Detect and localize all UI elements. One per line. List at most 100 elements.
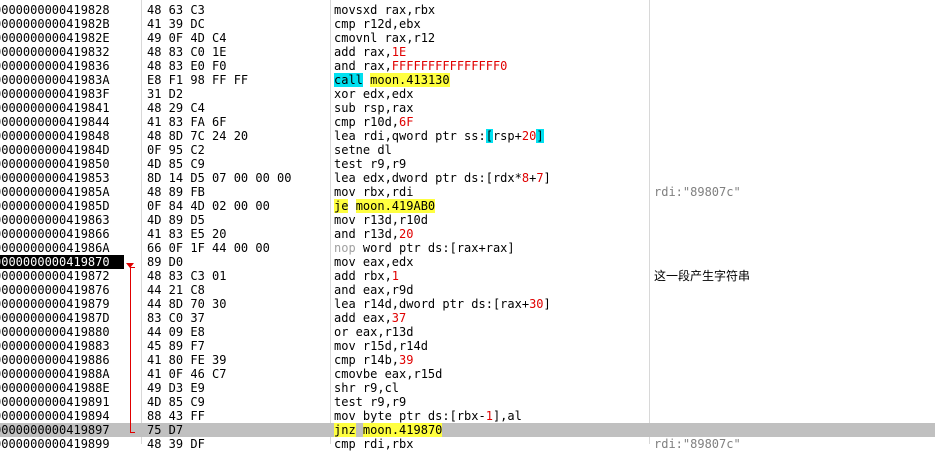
comment-cell[interactable]: rdi:"89807c" <box>654 185 935 199</box>
address-cell[interactable]: 0000000000419872 <box>0 269 124 283</box>
bytes-cell[interactable]: 44 8D 70 30 <box>147 297 317 311</box>
disasm-row[interactable]: 0000000000419844 41 83 FA 6F cmp r10d,6F <box>0 115 935 129</box>
comment-cell[interactable]: rdi:"89807c" <box>654 437 935 451</box>
instruction-cell[interactable]: shr r9,cl <box>334 381 646 395</box>
disasm-row[interactable]: 0000000000419897 75 D7 jnz moon.419870 <box>0 423 935 437</box>
address-cell[interactable]: 000000000041986A <box>0 241 124 255</box>
disasm-row[interactable]: 0000000000419870 89 D0 mov eax,edx <box>0 255 935 269</box>
instruction-cell[interactable]: xor edx,edx <box>334 87 646 101</box>
instruction-cell[interactable]: mov r13d,r10d <box>334 213 646 227</box>
disasm-row[interactable]: 0000000000419891 4D 85 C9 test r9,r9 <box>0 395 935 409</box>
comment-cell[interactable] <box>654 115 935 129</box>
disasm-row[interactable]: 0000000000419848 48 8D 7C 24 20 lea rdi,qw… <box>0 129 935 143</box>
comment-cell[interactable]: 这一段产生字符串 <box>654 269 935 283</box>
instruction-cell[interactable]: jnz moon.419870 <box>334 423 646 437</box>
address-cell[interactable]: 0000000000419883 <box>0 339 124 353</box>
instruction-cell[interactable]: test r9,r9 <box>334 395 646 409</box>
bytes-cell[interactable]: 44 09 E8 <box>147 325 317 339</box>
bytes-cell[interactable]: 48 83 E0 F0 <box>147 59 317 73</box>
comment-cell[interactable] <box>654 283 935 297</box>
address-cell[interactable]: 0000000000419886 <box>0 353 124 367</box>
address-cell[interactable]: 000000000041988E <box>0 381 124 395</box>
disasm-row[interactable]: 000000000041988A 41 0F 46 C7 cmovbe eax,r1… <box>0 367 935 381</box>
disasm-row[interactable]: 0000000000419872 48 83 C3 01 add rbx,1 这一段产… <box>0 269 935 283</box>
bytes-cell[interactable]: 8D 14 D5 07 00 00 00 <box>147 171 317 185</box>
disasm-row[interactable]: 000000000041988E 49 D3 E9 shr r9,cl <box>0 381 935 395</box>
disasm-row[interactable]: 000000000041985A 48 89 FB mov rbx,rdi rdi:"… <box>0 185 935 199</box>
instruction-cell[interactable]: cmovnl rax,r12 <box>334 31 646 45</box>
bytes-cell[interactable]: 89 D0 <box>147 255 317 269</box>
comment-cell[interactable] <box>654 17 935 31</box>
address-cell[interactable]: 000000000041987D <box>0 311 124 325</box>
address-cell[interactable]: 0000000000419866 <box>0 227 124 241</box>
bytes-cell[interactable]: 45 89 F7 <box>147 339 317 353</box>
bytes-cell[interactable]: 48 89 FB <box>147 185 317 199</box>
address-cell[interactable]: 000000000041983A <box>0 73 124 87</box>
comment-cell[interactable] <box>654 227 935 241</box>
disasm-row[interactable]: 0000000000419899 48 39 DF cmp rdi,rbx rdi:"… <box>0 437 935 451</box>
comment-cell[interactable] <box>654 395 935 409</box>
address-cell[interactable]: 000000000041985D <box>0 199 124 213</box>
bytes-cell[interactable]: 41 83 E5 20 <box>147 227 317 241</box>
disasm-row[interactable]: 000000000041985D 0F 84 4D 02 00 00 je moon… <box>0 199 935 213</box>
bytes-cell[interactable]: 0F 84 4D 02 00 00 <box>147 199 317 213</box>
address-cell[interactable]: 0000000000419899 <box>0 437 124 451</box>
instruction-cell[interactable]: cmp r12d,ebx <box>334 17 646 31</box>
bytes-cell[interactable]: 48 29 C4 <box>147 101 317 115</box>
address-cell[interactable]: 0000000000419879 <box>0 297 124 311</box>
address-cell[interactable]: 0000000000419832 <box>0 45 124 59</box>
address-cell[interactable]: 0000000000419848 <box>0 129 124 143</box>
comment-cell[interactable] <box>654 143 935 157</box>
disassembly-view[interactable]: 0000000000419828 48 63 C3 movsxd rax,rbx 00… <box>0 0 935 451</box>
disasm-row[interactable]: 0000000000419866 41 83 E5 20 and r13d,20 <box>0 227 935 241</box>
disasm-row[interactable]: 000000000041983A E8 F1 98 FF FF call moon.… <box>0 73 935 87</box>
comment-cell[interactable] <box>654 367 935 381</box>
bytes-cell[interactable]: E8 F1 98 FF FF <box>147 73 317 87</box>
comment-cell[interactable] <box>654 311 935 325</box>
address-cell[interactable]: 0000000000419853 <box>0 171 124 185</box>
disasm-row[interactable]: 0000000000419894 88 43 FF mov byte ptr ds:… <box>0 409 935 423</box>
comment-cell[interactable] <box>654 199 935 213</box>
address-cell[interactable]: 000000000041988A <box>0 367 124 381</box>
disasm-row[interactable]: 0000000000419883 45 89 F7 mov r15d,r14d <box>0 339 935 353</box>
instruction-cell[interactable]: cmp rdi,rbx <box>334 437 646 451</box>
instruction-cell[interactable]: add eax,37 <box>334 311 646 325</box>
instruction-cell[interactable]: lea rdi,qword ptr ss:[rsp+20] <box>334 129 646 143</box>
bytes-cell[interactable]: 4D 89 D5 <box>147 213 317 227</box>
bytes-cell[interactable]: 49 D3 E9 <box>147 381 317 395</box>
comment-cell[interactable] <box>654 45 935 59</box>
address-cell[interactable]: 0000000000419863 <box>0 213 124 227</box>
instruction-cell[interactable]: sub rsp,rax <box>334 101 646 115</box>
address-cell[interactable]: 000000000041982E <box>0 31 124 45</box>
comment-cell[interactable] <box>654 87 935 101</box>
bytes-cell[interactable]: 4D 85 C9 <box>147 157 317 171</box>
bytes-cell[interactable]: 48 8D 7C 24 20 <box>147 129 317 143</box>
instruction-cell[interactable]: or eax,r13d <box>334 325 646 339</box>
address-cell[interactable]: 0000000000419828 <box>0 3 124 17</box>
instruction-cell[interactable]: add rax,1E <box>334 45 646 59</box>
instruction-cell[interactable]: lea r14d,dword ptr ds:[rax+30] <box>334 297 646 311</box>
disasm-row[interactable]: 0000000000419886 41 80 FE 39 cmp r14b,39 <box>0 353 935 367</box>
instruction-cell[interactable]: mov byte ptr ds:[rbx-1],al <box>334 409 646 423</box>
bytes-cell[interactable]: 83 C0 37 <box>147 311 317 325</box>
address-cell[interactable]: 0000000000419876 <box>0 283 124 297</box>
instruction-cell[interactable]: mov rbx,rdi <box>334 185 646 199</box>
bytes-cell[interactable]: 0F 95 C2 <box>147 143 317 157</box>
instruction-cell[interactable]: nop word ptr ds:[rax+rax] <box>334 241 646 255</box>
address-cell[interactable]: 0000000000419850 <box>0 157 124 171</box>
disasm-row[interactable]: 000000000041982E 49 0F 4D C4 cmovnl rax,r1… <box>0 31 935 45</box>
instruction-cell[interactable]: setne dl <box>334 143 646 157</box>
instruction-cell[interactable]: add rbx,1 <box>334 269 646 283</box>
address-cell[interactable]: 0000000000419836 <box>0 59 124 73</box>
disasm-row[interactable]: 000000000041983F 31 D2 xor edx,edx <box>0 87 935 101</box>
address-cell[interactable]: 0000000000419891 <box>0 395 124 409</box>
instruction-cell[interactable]: and rax,FFFFFFFFFFFFFFF0 <box>334 59 646 73</box>
comment-cell[interactable] <box>654 297 935 311</box>
address-cell[interactable]: 000000000041982B <box>0 17 124 31</box>
comment-cell[interactable] <box>654 423 935 437</box>
instruction-cell[interactable]: mov r15d,r14d <box>334 339 646 353</box>
instruction-cell[interactable]: call moon.413130 <box>334 73 646 87</box>
bytes-cell[interactable]: 44 21 C8 <box>147 283 317 297</box>
disasm-row[interactable]: 000000000041986A 66 0F 1F 44 00 00 nop wor… <box>0 241 935 255</box>
bytes-cell[interactable]: 88 43 FF <box>147 409 317 423</box>
